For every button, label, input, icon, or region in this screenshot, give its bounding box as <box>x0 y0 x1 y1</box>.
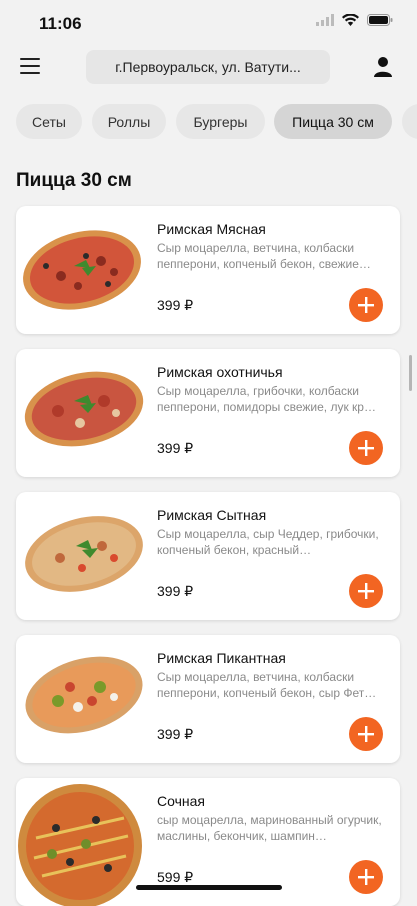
plus-icon <box>358 297 374 313</box>
product-price: 399 ₽ <box>157 297 194 313</box>
product-price: 399 ₽ <box>157 726 194 742</box>
product-price: 399 ₽ <box>157 583 194 599</box>
section-title: Пицца 30 см <box>16 170 132 191</box>
product-name: Римская Сытная <box>157 507 267 523</box>
plus-icon <box>358 583 374 599</box>
wifi-icon <box>342 14 359 26</box>
profile-icon[interactable] <box>373 56 393 78</box>
product-description: Сыр моцарелла, сыр Чеддер, грибочки, коп… <box>157 527 379 557</box>
product-card[interactable]: Римская Пикантная Сыр моцарелла, ветчина… <box>16 635 400 763</box>
status-time: 11:06 <box>39 14 82 33</box>
signal-icon <box>316 14 334 26</box>
tab-burgers[interactable]: Бургеры <box>176 104 265 139</box>
product-card[interactable]: Римская охотничья Сыр моцарелла, грибочк… <box>16 349 400 477</box>
product-price: 599 ₽ <box>157 869 194 885</box>
home-indicator[interactable] <box>136 885 282 890</box>
add-to-cart-button[interactable] <box>349 574 383 608</box>
battery-icon <box>367 14 393 26</box>
pizza-image <box>25 656 143 734</box>
pizza-image <box>23 230 141 310</box>
product-description: сыр моцарелла, маринованный огурчик, мас… <box>157 813 382 843</box>
plus-icon <box>358 869 374 885</box>
product-name: Римская охотничья <box>157 364 283 380</box>
plus-icon <box>358 440 374 456</box>
product-description: Сыр моцарелла, ветчина, колбаски пепперо… <box>157 241 371 271</box>
product-card[interactable]: Римская Сытная Сыр моцарелла, сыр Чеддер… <box>16 492 400 620</box>
plus-icon <box>358 726 374 742</box>
scrollbar[interactable] <box>409 355 412 391</box>
product-name: Римская Пикантная <box>157 650 286 666</box>
category-tabs: Сеты Роллы Бургеры Пицца 30 см <box>0 104 417 142</box>
tab-more[interactable] <box>402 104 417 139</box>
top-bar: г.Первоуральск, ул. Ватути... <box>0 44 417 92</box>
product-price: 399 ₽ <box>157 440 194 456</box>
tab-pizza-30[interactable]: Пицца 30 см <box>274 104 392 139</box>
product-description: Сыр моцарелла, грибочки, колбаски пеппер… <box>157 384 376 414</box>
menu-icon[interactable] <box>20 58 40 76</box>
add-to-cart-button[interactable] <box>349 288 383 322</box>
product-name: Сочная <box>157 793 205 809</box>
tab-sets[interactable]: Сеты <box>16 104 82 139</box>
pizza-image <box>18 784 142 906</box>
tab-rolls[interactable]: Роллы <box>92 104 166 139</box>
add-to-cart-button[interactable] <box>349 431 383 465</box>
pizza-image <box>24 371 144 447</box>
address-selector[interactable]: г.Первоуральск, ул. Ватути... <box>86 50 330 84</box>
product-card[interactable]: Римская Мясная Сыр моцарелла, ветчина, к… <box>16 206 400 334</box>
add-to-cart-button[interactable] <box>349 860 383 894</box>
product-name: Римская Мясная <box>157 221 266 237</box>
pizza-image <box>25 516 143 592</box>
status-icons <box>316 14 393 26</box>
add-to-cart-button[interactable] <box>349 717 383 751</box>
product-description: Сыр моцарелла, ветчина, колбаски пепперо… <box>157 670 377 700</box>
status-bar: 11:06 <box>0 0 417 44</box>
